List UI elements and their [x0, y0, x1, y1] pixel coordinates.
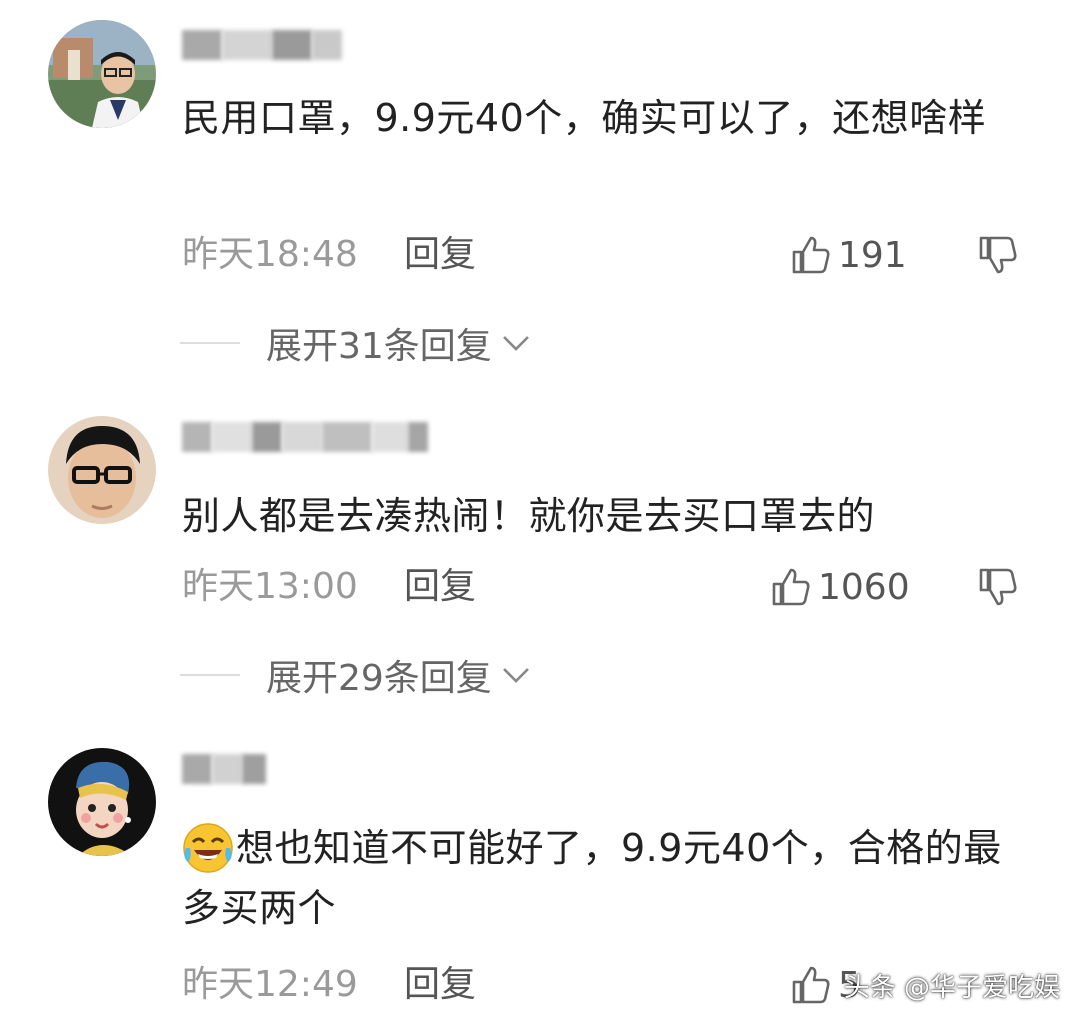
thumbs-up-icon	[792, 966, 830, 1004]
avatar[interactable]	[48, 748, 156, 856]
divider	[180, 342, 240, 344]
comment-meta: 昨天18:48 回复 191	[182, 230, 1032, 280]
comment-text: 想也知道不可能好了，9.9元40个，合格的最多买两个	[182, 818, 1032, 938]
reply-button[interactable]: 回复	[404, 562, 476, 612]
laughing-crying-emoji-icon	[183, 822, 233, 873]
comment-time: 昨天18:48	[182, 234, 358, 275]
thumbs-up-icon	[792, 236, 830, 274]
like-button[interactable]: 191	[790, 230, 907, 280]
username-blurred[interactable]	[182, 750, 266, 788]
chevron-down-icon	[502, 668, 529, 683]
comment-text-body: 想也知道不可能好了，9.9元40个，合格的最多买两个	[182, 826, 1002, 930]
avatar[interactable]	[48, 416, 156, 524]
thumbs-down-icon[interactable]	[977, 234, 1019, 276]
comment-time: 昨天13:00	[182, 566, 358, 607]
username-blurred[interactable]	[182, 26, 342, 64]
like-count: 191	[838, 234, 907, 276]
expand-replies-label: 展开29条回复	[266, 658, 492, 699]
like-count: 1060	[818, 566, 910, 608]
avatar[interactable]	[48, 20, 156, 128]
comment-time: 昨天12:49	[182, 964, 358, 1005]
username-blurred[interactable]	[182, 418, 428, 456]
expand-replies-label: 展开31条回复	[266, 326, 492, 367]
thumbs-up-icon	[772, 568, 810, 606]
comment-meta: 昨天13:00 回复 1060	[182, 562, 1032, 612]
chevron-down-icon	[502, 336, 529, 351]
comment-text: 民用口罩，9.9元40个，确实可以了，还想啥样	[182, 96, 987, 140]
expand-replies-button[interactable]: 展开29条回复	[180, 650, 532, 700]
reply-button[interactable]: 回复	[404, 230, 476, 280]
thumbs-down-icon[interactable]	[977, 566, 1019, 608]
divider	[180, 674, 240, 676]
expand-replies-button[interactable]: 展开31条回复	[180, 318, 532, 368]
watermark: 头条 @华子爱吃娱	[843, 973, 1060, 1003]
comment-text: 别人都是去凑热闹！就你是去买口罩去的	[182, 494, 876, 538]
reply-button[interactable]: 回复	[404, 960, 476, 1010]
like-button[interactable]: 1060	[770, 562, 910, 612]
